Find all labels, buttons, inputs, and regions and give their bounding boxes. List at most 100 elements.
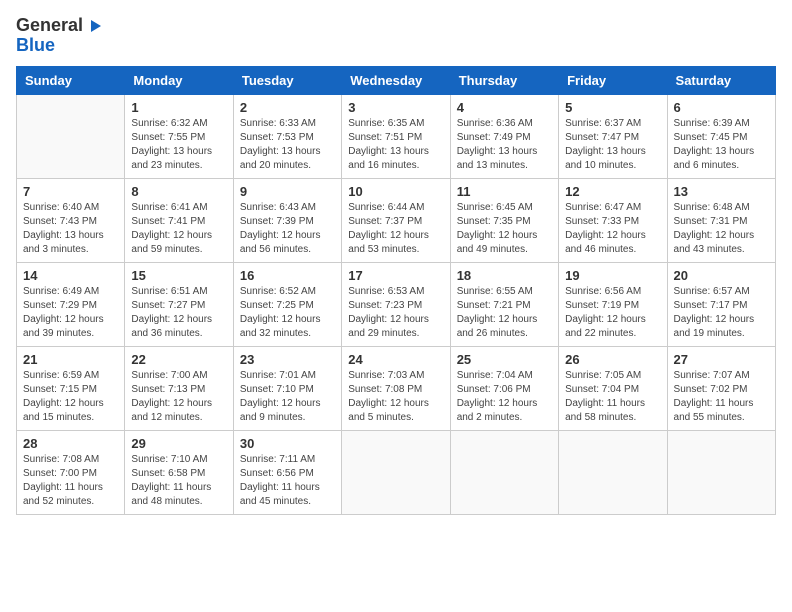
calendar-cell: 3 Sunrise: 6:35 AM Sunset: 7:51 PM Daylig… <box>342 94 450 178</box>
calendar-week-row: 21 Sunrise: 6:59 AM Sunset: 7:15 PM Dayli… <box>17 346 776 430</box>
day-info: Sunrise: 6:55 AM Sunset: 7:21 PM Dayligh… <box>457 285 552 341</box>
calendar-cell: 9Sunrise: 6:43 AM Sunset: 7:39 PM Daylig… <box>233 178 341 262</box>
weekday-header-monday: Monday <box>125 66 233 94</box>
day-number: 20 <box>674 268 769 283</box>
calendar-cell: 24 Sunrise: 7:03 AM Sunset: 7:08 PM Dayli… <box>342 346 450 430</box>
day-info: Sunrise: 6:36 AM Sunset: 7:49 PM Dayligh… <box>457 117 552 173</box>
day-number: 14 <box>23 268 118 283</box>
calendar-week-row: 14 Sunrise: 6:49 AM Sunset: 7:29 PM Dayli… <box>17 262 776 346</box>
day-number: 18 <box>457 268 552 283</box>
day-info: Sunrise: 6:45 AM Sunset: 7:35 PM Dayligh… <box>457 201 552 257</box>
day-info: Sunrise: 6:51 AM Sunset: 7:27 PM Dayligh… <box>131 285 226 341</box>
calendar-cell <box>342 430 450 514</box>
calendar-cell <box>667 430 775 514</box>
weekday-header-row: SundayMondayTuesdayWednesdayThursdayFrid… <box>17 66 776 94</box>
day-info: Sunrise: 7:10 AM Sunset: 6:58 PM Dayligh… <box>131 453 226 509</box>
calendar-cell: 4 Sunrise: 6:36 AM Sunset: 7:49 PM Daylig… <box>450 94 558 178</box>
weekday-header-friday: Friday <box>559 66 667 94</box>
logo: General Blue <box>16 16 105 56</box>
day-info: Sunrise: 6:59 AM Sunset: 7:15 PM Dayligh… <box>23 369 118 425</box>
day-info: Sunrise: 6:35 AM Sunset: 7:51 PM Dayligh… <box>348 117 443 173</box>
day-number: 1 <box>131 100 226 115</box>
calendar-cell: 7 Sunrise: 6:40 AM Sunset: 7:43 PM Daylig… <box>17 178 125 262</box>
calendar-cell: 5 Sunrise: 6:37 AM Sunset: 7:47 PM Daylig… <box>559 94 667 178</box>
day-info: Sunrise: 7:11 AM Sunset: 6:56 PM Dayligh… <box>240 453 335 509</box>
logo-general-text: General <box>16 16 83 36</box>
day-number: 16 <box>240 268 335 283</box>
calendar-cell: 23Sunrise: 7:01 AM Sunset: 7:10 PM Dayli… <box>233 346 341 430</box>
day-number: 7 <box>23 184 118 199</box>
calendar-cell: 21 Sunrise: 6:59 AM Sunset: 7:15 PM Dayli… <box>17 346 125 430</box>
calendar-cell: 29 Sunrise: 7:10 AM Sunset: 6:58 PM Dayli… <box>125 430 233 514</box>
calendar-week-row: 28Sunrise: 7:08 AM Sunset: 7:00 PM Dayli… <box>17 430 776 514</box>
calendar-cell: 1 Sunrise: 6:32 AM Sunset: 7:55 PM Daylig… <box>125 94 233 178</box>
calendar-cell: 27 Sunrise: 7:07 AM Sunset: 7:02 PM Dayli… <box>667 346 775 430</box>
day-info: Sunrise: 6:32 AM Sunset: 7:55 PM Dayligh… <box>131 117 226 173</box>
calendar-cell: 20 Sunrise: 6:57 AM Sunset: 7:17 PM Dayli… <box>667 262 775 346</box>
day-info: Sunrise: 7:03 AM Sunset: 7:08 PM Dayligh… <box>348 369 443 425</box>
day-number: 15 <box>131 268 226 283</box>
day-info: Sunrise: 6:40 AM Sunset: 7:43 PM Dayligh… <box>23 201 118 257</box>
day-number: 3 <box>348 100 443 115</box>
calendar-cell: 15 Sunrise: 6:51 AM Sunset: 7:27 PM Dayli… <box>125 262 233 346</box>
day-info: Sunrise: 6:57 AM Sunset: 7:17 PM Dayligh… <box>674 285 769 341</box>
day-number: 24 <box>348 352 443 367</box>
day-number: 2 <box>240 100 335 115</box>
calendar-cell <box>450 430 558 514</box>
day-info: Sunrise: 7:07 AM Sunset: 7:02 PM Dayligh… <box>674 369 769 425</box>
day-number: 8 <box>131 184 226 199</box>
day-number: 19 <box>565 268 660 283</box>
calendar-cell: 19 Sunrise: 6:56 AM Sunset: 7:19 PM Dayli… <box>559 262 667 346</box>
logo-arrow-icon <box>85 16 105 36</box>
day-info: Sunrise: 6:44 AM Sunset: 7:37 PM Dayligh… <box>348 201 443 257</box>
calendar-cell: 22Sunrise: 7:00 AM Sunset: 7:13 PM Dayli… <box>125 346 233 430</box>
day-number: 6 <box>674 100 769 115</box>
day-info: Sunrise: 6:39 AM Sunset: 7:45 PM Dayligh… <box>674 117 769 173</box>
calendar-cell: 28Sunrise: 7:08 AM Sunset: 7:00 PM Dayli… <box>17 430 125 514</box>
day-number: 27 <box>674 352 769 367</box>
day-info: Sunrise: 6:47 AM Sunset: 7:33 PM Dayligh… <box>565 201 660 257</box>
day-number: 26 <box>565 352 660 367</box>
calendar-table: SundayMondayTuesdayWednesdayThursdayFrid… <box>16 66 776 515</box>
weekday-header-thursday: Thursday <box>450 66 558 94</box>
day-number: 23 <box>240 352 335 367</box>
calendar-cell: 12Sunrise: 6:47 AM Sunset: 7:33 PM Dayli… <box>559 178 667 262</box>
calendar-cell <box>559 430 667 514</box>
weekday-header-tuesday: Tuesday <box>233 66 341 94</box>
day-info: Sunrise: 6:49 AM Sunset: 7:29 PM Dayligh… <box>23 285 118 341</box>
day-number: 9 <box>240 184 335 199</box>
day-info: Sunrise: 6:33 AM Sunset: 7:53 PM Dayligh… <box>240 117 335 173</box>
calendar-cell: 16Sunrise: 6:52 AM Sunset: 7:25 PM Dayli… <box>233 262 341 346</box>
day-number: 17 <box>348 268 443 283</box>
weekday-header-sunday: Sunday <box>17 66 125 94</box>
calendar-cell: 26 Sunrise: 7:05 AM Sunset: 7:04 PM Dayli… <box>559 346 667 430</box>
day-number: 13 <box>674 184 769 199</box>
calendar-cell: 17 Sunrise: 6:53 AM Sunset: 7:23 PM Dayli… <box>342 262 450 346</box>
day-number: 5 <box>565 100 660 115</box>
page-header: General Blue <box>16 16 776 56</box>
day-number: 4 <box>457 100 552 115</box>
day-info: Sunrise: 7:05 AM Sunset: 7:04 PM Dayligh… <box>565 369 660 425</box>
calendar-cell: 13Sunrise: 6:48 AM Sunset: 7:31 PM Dayli… <box>667 178 775 262</box>
calendar-cell: 30 Sunrise: 7:11 AM Sunset: 6:56 PM Dayli… <box>233 430 341 514</box>
day-number: 11 <box>457 184 552 199</box>
day-number: 25 <box>457 352 552 367</box>
logo-blue-text: Blue <box>16 36 55 56</box>
calendar-cell: 10 Sunrise: 6:44 AM Sunset: 7:37 PM Dayli… <box>342 178 450 262</box>
calendar-week-row: 7 Sunrise: 6:40 AM Sunset: 7:43 PM Daylig… <box>17 178 776 262</box>
day-number: 10 <box>348 184 443 199</box>
day-info: Sunrise: 7:04 AM Sunset: 7:06 PM Dayligh… <box>457 369 552 425</box>
calendar-cell: 25 Sunrise: 7:04 AM Sunset: 7:06 PM Dayli… <box>450 346 558 430</box>
calendar-cell <box>17 94 125 178</box>
day-info: Sunrise: 7:08 AM Sunset: 7:00 PM Dayligh… <box>23 453 118 509</box>
day-info: Sunrise: 6:41 AM Sunset: 7:41 PM Dayligh… <box>131 201 226 257</box>
calendar-cell: 6 Sunrise: 6:39 AM Sunset: 7:45 PM Daylig… <box>667 94 775 178</box>
day-number: 21 <box>23 352 118 367</box>
day-info: Sunrise: 6:53 AM Sunset: 7:23 PM Dayligh… <box>348 285 443 341</box>
day-info: Sunrise: 6:56 AM Sunset: 7:19 PM Dayligh… <box>565 285 660 341</box>
day-number: 29 <box>131 436 226 451</box>
day-number: 22 <box>131 352 226 367</box>
day-info: Sunrise: 6:37 AM Sunset: 7:47 PM Dayligh… <box>565 117 660 173</box>
calendar-week-row: 1 Sunrise: 6:32 AM Sunset: 7:55 PM Daylig… <box>17 94 776 178</box>
day-number: 30 <box>240 436 335 451</box>
